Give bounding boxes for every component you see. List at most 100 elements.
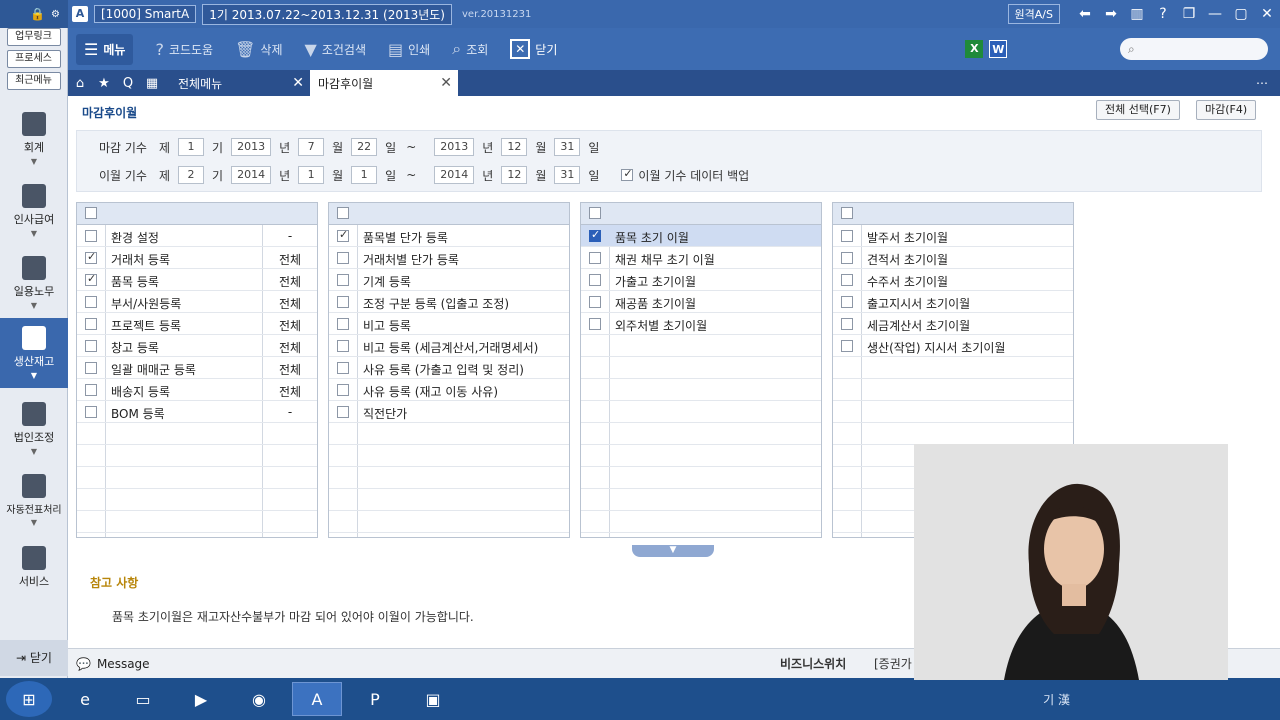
row-checkbox[interactable] [589,228,601,242]
lock-icon[interactable]: 🔒 [30,7,45,21]
chrome-icon[interactable]: ◉ [234,682,284,716]
expand-arrow-button[interactable]: ▼ [632,545,714,557]
close-icon[interactable]: ✕ [1254,6,1280,22]
row-checkbox[interactable] [85,296,97,308]
row-checkbox[interactable] [85,272,97,286]
table-row[interactable]: 환경 설정 - [77,225,317,247]
sidebar-item-auto-voucher[interactable]: 자동전표처리 ▼ [0,470,68,534]
row-checkbox[interactable] [841,296,853,308]
grid-select-all-checkbox[interactable] [85,207,97,219]
table-row[interactable]: 채권 채무 초기 이월 [581,247,821,269]
row-checkbox[interactable] [337,228,349,242]
menu-button[interactable]: ☰ 메뉴 [76,33,134,65]
carry-to-month-input[interactable]: 12 [501,166,528,184]
close-icon[interactable]: ✕ [292,75,304,91]
row-checkbox[interactable] [85,340,97,352]
window-icon[interactable]: ❐ [1176,6,1202,22]
table-row[interactable]: 견적서 초기이월 [833,247,1073,269]
row-checkbox[interactable] [85,318,97,330]
carry-from-year-input[interactable]: 2014 [231,166,272,184]
business-switch-label[interactable]: 비즈니스위치 [780,655,846,672]
carry-to-day-input[interactable]: 31 [554,166,581,184]
help-icon[interactable]: ? [1150,6,1176,22]
table-row[interactable]: 조정 구분 등록 (입출고 조정) [329,291,569,313]
row-checkbox[interactable] [841,252,853,264]
row-checkbox[interactable] [85,230,97,242]
smarta-icon[interactable]: A [292,682,342,716]
table-row[interactable]: 창고 등록 전체 [77,335,317,357]
media-player-icon[interactable]: ▶ [176,682,226,716]
carry-to-year-input[interactable]: 2014 [434,166,475,184]
close-term-input[interactable]: 1 [178,138,205,156]
excel-icon[interactable]: X [965,40,984,58]
carry-term-input[interactable]: 2 [178,166,205,184]
row-checkbox[interactable] [337,340,349,352]
close-to-year-input[interactable]: 2013 [434,138,475,156]
sidebar-item-production[interactable]: 생산재고 ▼ [0,318,68,388]
carry-from-day-input[interactable]: 1 [351,166,378,184]
grid-select-all-checkbox[interactable] [841,207,853,219]
row-checkbox[interactable] [589,296,601,308]
print-button[interactable]: ▤ 인쇄 [388,40,430,59]
back-arrow-icon[interactable]: ⬅ [1072,6,1098,22]
grid-select-all-checkbox[interactable] [589,207,601,219]
close-button[interactable]: ✕ 닫기 [510,39,557,59]
table-row[interactable]: BOM 등록 - [77,401,317,423]
row-checkbox[interactable] [337,406,349,418]
close-from-day-input[interactable]: 22 [351,138,378,156]
sidebar-btn-process[interactable]: 프로세스 [6,50,61,68]
menu-grid-icon[interactable]: ▦ [140,76,164,91]
explorer-icon[interactable]: ▭ [118,682,168,716]
settings-icon[interactable]: ⚙ [51,9,60,20]
minimize-icon[interactable]: — [1202,6,1228,22]
search-condition-button[interactable]: ▼ 조건검색 [305,40,366,59]
sidebar-item-daily-labor[interactable]: 일용노무 ▼ [0,252,68,316]
start-button-icon[interactable]: ⊞ [6,681,52,717]
star-icon[interactable]: ★ [92,76,116,91]
table-row[interactable]: 품목별 단가 등록 [329,225,569,247]
backup-checkbox[interactable] [621,167,634,181]
table-row[interactable]: 거래처 등록 전체 [77,247,317,269]
table-row[interactable]: 비고 등록 [329,313,569,335]
table-row[interactable]: 부서/사원등록 전체 [77,291,317,313]
table-row[interactable]: 발주서 초기이월 [833,225,1073,247]
period-label[interactable]: 1기 2013.07.22~2013.12.31 (2013년도) [202,3,452,25]
row-checkbox[interactable] [85,250,97,264]
remote-as-button[interactable]: 원격A/S [1007,4,1060,24]
table-row[interactable]: 기계 등록 [329,269,569,291]
table-row[interactable]: 품목 초기 이월 [581,225,821,247]
menu-search-input[interactable]: ⌕ [1120,38,1268,60]
sidebar-close-button[interactable]: ⇥ 닫기 [0,640,68,676]
grid-select-all-checkbox[interactable] [337,207,349,219]
table-row[interactable]: 재공품 초기이월 [581,291,821,313]
row-checkbox[interactable] [85,362,97,374]
tab-current[interactable]: 마감후이월 ✕ [310,70,458,96]
carry-from-month-input[interactable]: 1 [298,166,325,184]
forward-arrow-icon[interactable]: ➡ [1098,6,1124,22]
home-icon[interactable]: ⌂ [68,76,92,91]
table-row[interactable]: 외주처별 초기이월 [581,313,821,335]
sidebar-btn-worklink[interactable]: 업무링크 [6,28,61,46]
powerpoint-icon[interactable]: P [350,682,400,716]
sidebar-item-accounting[interactable]: 회계 ▼ [0,108,68,172]
word-icon[interactable]: W [989,40,1008,58]
row-checkbox[interactable] [85,384,97,396]
sidebar-btn-recent[interactable]: 최근메뉴 [6,72,61,90]
table-row[interactable]: 가출고 초기이월 [581,269,821,291]
search-icon[interactable]: Q [116,76,140,91]
close-period-button[interactable]: 마감(F4) [1196,100,1257,120]
table-row[interactable]: 품목 등록 전체 [77,269,317,291]
row-checkbox[interactable] [337,362,349,374]
book-icon[interactable]: ▥ [1124,6,1150,22]
table-row[interactable]: 생산(작업) 지시서 초기이월 [833,335,1073,357]
close-from-month-input[interactable]: 7 [298,138,325,156]
table-row[interactable]: 수주서 초기이월 [833,269,1073,291]
ie-icon[interactable]: e [60,682,110,716]
company-label[interactable]: [1000] SmartA [94,5,197,23]
row-checkbox[interactable] [589,318,601,330]
row-checkbox[interactable] [337,318,349,330]
tab-all-menu[interactable]: 전체메뉴 ✕ [170,70,310,96]
row-checkbox[interactable] [337,252,349,264]
more-icon[interactable]: ⋯ [1256,76,1268,90]
table-row[interactable]: 거래처별 단가 등록 [329,247,569,269]
